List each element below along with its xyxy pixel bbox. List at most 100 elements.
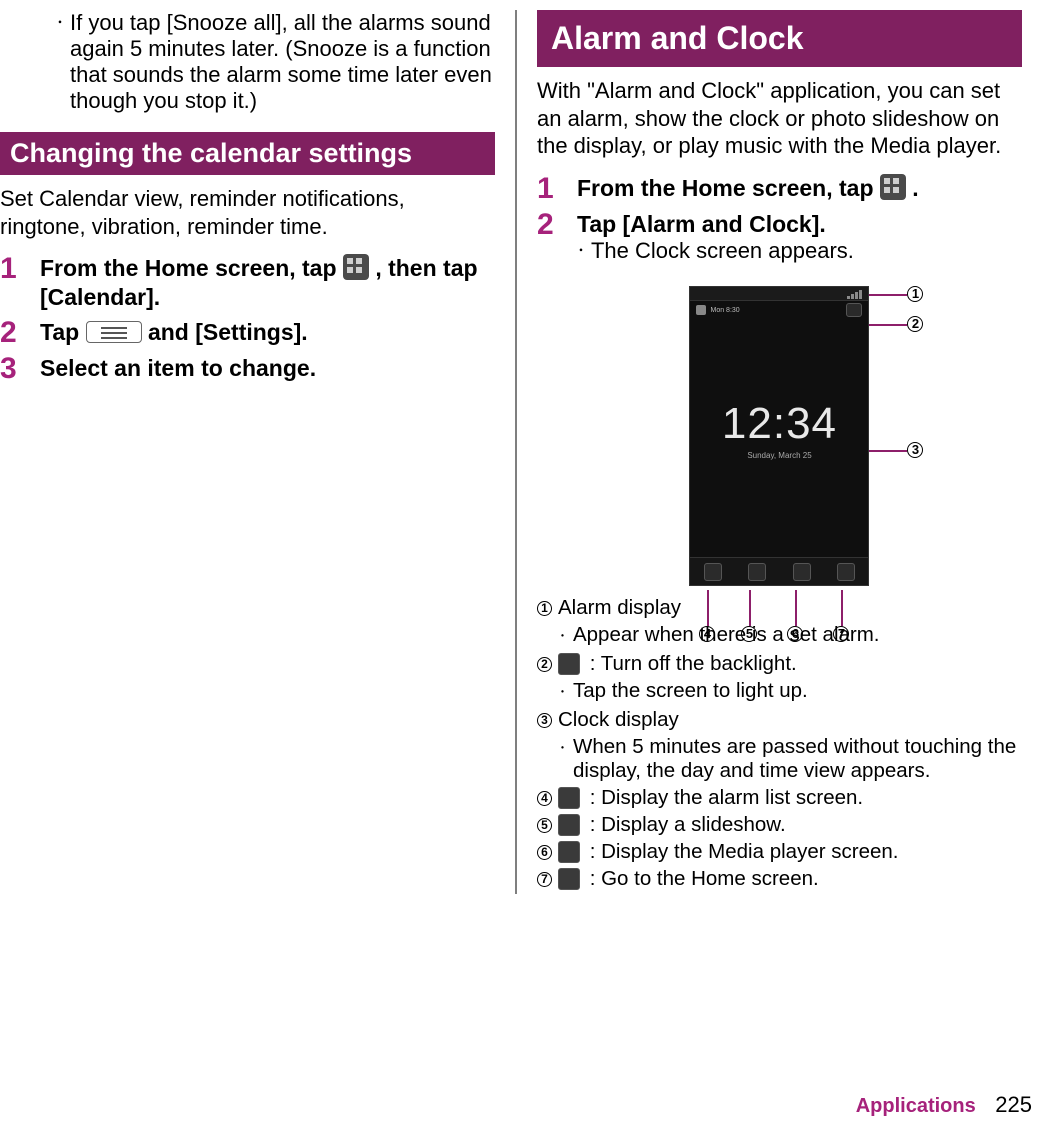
step-2-body: Tap and [Settings]. [40, 318, 495, 347]
clock-area: 12:34 Sunday, March 25 [690, 319, 868, 539]
home-icon [558, 868, 580, 890]
right-column: Alarm and Clock With "Alarm and Clock" a… [517, 10, 1032, 894]
legend-4-body: : Display the alarm list screen. [558, 786, 863, 810]
r-step-1-number: 1 [537, 174, 577, 204]
bullet-dot-icon: ･ [559, 623, 573, 649]
clock-figure: 1 2 3 4 5 6 7 [629, 286, 929, 586]
r-step-2-text: Tap [Alarm and Clock]. [577, 210, 1022, 239]
alarm-list-icon [558, 787, 580, 809]
step-3-text: Select an item to change. [40, 354, 495, 383]
lead-5 [749, 590, 751, 626]
legend-num-2: 2 [537, 657, 552, 672]
home-icon [837, 563, 855, 581]
legend-4-text: : Display the alarm list screen. [590, 786, 863, 809]
bullet-dot-icon: ･ [559, 735, 573, 783]
lead-4 [707, 590, 709, 626]
legend-6-body: : Display the Media player screen. [558, 840, 898, 864]
legend-num-7: 7 [537, 872, 552, 887]
apps-grid-icon [343, 254, 369, 280]
media-player-icon [793, 563, 811, 581]
apps-grid-icon [880, 174, 906, 200]
r-step-2: 2 Tap [Alarm and Clock]. ･ The Clock scr… [537, 210, 1022, 267]
legend-3-sub-text: When 5 minutes are passed without touchi… [573, 735, 1022, 783]
step-1-text-before: From the Home screen, tap [40, 255, 343, 281]
legend-num-3: 3 [537, 713, 552, 728]
legend-7-text: : Go to the Home screen. [590, 867, 819, 890]
r-step-2-sub-text: The Clock screen appears. [591, 238, 854, 266]
legend-5-body: : Display a slideshow. [558, 813, 786, 837]
lead-6 [795, 590, 797, 626]
legend-2-sub: ･ Tap the screen to light up. [537, 679, 1022, 705]
footer-page: 225 [995, 1092, 1032, 1117]
phone-screenshot: Mon 8:30 12:34 Sunday, March 25 [689, 286, 869, 586]
step-2-number: 2 [0, 318, 40, 348]
step-2-text-after: and [Settings]. [148, 319, 308, 345]
menu-key-icon [86, 321, 142, 343]
legend-2-text: : Turn off the backlight. [590, 652, 797, 675]
r-step-1-body: From the Home screen, tap . [577, 174, 1022, 203]
legend-item-4: 4 : Display the alarm list screen. [537, 786, 1022, 810]
calendar-settings-intro: Set Calendar view, reminder notification… [0, 185, 495, 240]
lead-7 [841, 590, 843, 626]
legend-5-text: : Display a slideshow. [590, 813, 786, 836]
datebar-text: Mon 8:30 [710, 307, 739, 314]
legend-item-2: 2 : Turn off the backlight. [537, 652, 1022, 676]
slideshow-icon [558, 814, 580, 836]
alarm-clock-intro: With "Alarm and Clock" application, you … [537, 77, 1022, 160]
step-2-text-before: Tap [40, 319, 86, 345]
legend-1-sub: ･ Appear when there is a set alarm. [537, 623, 1022, 649]
step-2: 2 Tap and [Settings]. [0, 318, 495, 348]
alarm-list-icon [704, 563, 722, 581]
figure-legend: 1 Alarm display ･ Appear when there is a… [537, 596, 1022, 891]
legend-2-sub-text: Tap the screen to light up. [573, 679, 808, 705]
bullet-dot-icon: ･ [56, 10, 70, 114]
legend-2-body: : Turn off the backlight. [558, 652, 797, 676]
media-player-icon [558, 841, 580, 863]
callout-2: 2 [907, 316, 923, 332]
r-step-1-before: From the Home screen, tap [577, 175, 880, 201]
legend-3-sub: ･ When 5 minutes are passed without touc… [537, 735, 1022, 783]
snooze-bullet: ･ If you tap [Snooze all], all the alarm… [0, 10, 495, 114]
legend-item-7: 7 : Go to the Home screen. [537, 867, 1022, 891]
bullet-dot-icon: ･ [577, 238, 591, 266]
signal-icon [847, 289, 862, 299]
footer-section: Applications [856, 1095, 976, 1117]
legend-num-4: 4 [537, 791, 552, 806]
legend-3-title: Clock display [558, 708, 679, 732]
alarm-clock-heading: Alarm and Clock [537, 10, 1022, 67]
slideshow-icon [748, 563, 766, 581]
legend-item-1: 1 Alarm display [537, 596, 1022, 620]
bottom-bar [690, 557, 868, 585]
backlight-icon [558, 653, 580, 675]
legend-7-body: : Go to the Home screen. [558, 867, 819, 891]
clock-day: Sunday, March 25 [747, 451, 811, 460]
legend-item-6: 6 : Display the Media player screen. [537, 840, 1022, 864]
legend-num-5: 5 [537, 818, 552, 833]
legend-num-1: 1 [537, 601, 552, 616]
info-bar: Mon 8:30 [690, 301, 868, 319]
page-content: ･ If you tap [Snooze all], all the alarm… [0, 0, 1062, 894]
legend-item-3: 3 Clock display [537, 708, 1022, 732]
step-3-number: 3 [0, 354, 40, 384]
step-1-body: From the Home screen, tap , then tap [Ca… [40, 254, 495, 312]
r-step-1-after: . [912, 175, 918, 201]
r-step-2-number: 2 [537, 210, 577, 240]
snooze-text: If you tap [Snooze all], all the alarms … [70, 10, 495, 114]
step-1-number: 1 [0, 254, 40, 284]
legend-item-5: 5 : Display a slideshow. [537, 813, 1022, 837]
backlight-button-icon [846, 303, 862, 317]
callout-3: 3 [907, 442, 923, 458]
calendar-settings-heading: Changing the calendar settings [0, 132, 495, 175]
callout-1: 1 [907, 286, 923, 302]
r-step-2-sub: ･ The Clock screen appears. [577, 238, 1022, 266]
r-step-2-body: Tap [Alarm and Clock]. ･ The Clock scree… [577, 210, 1022, 267]
legend-num-6: 6 [537, 845, 552, 860]
legend-6-text: : Display the Media player screen. [590, 840, 899, 863]
left-column: ･ If you tap [Snooze all], all the alarm… [0, 10, 515, 894]
page-footer: Applications 225 [856, 1092, 1032, 1118]
alarm-indicator-icon [696, 305, 706, 315]
status-bar [690, 287, 868, 301]
r-step-1: 1 From the Home screen, tap . [537, 174, 1022, 204]
legend-1-title: Alarm display [558, 596, 681, 620]
step-1: 1 From the Home screen, tap , then tap [… [0, 254, 495, 312]
